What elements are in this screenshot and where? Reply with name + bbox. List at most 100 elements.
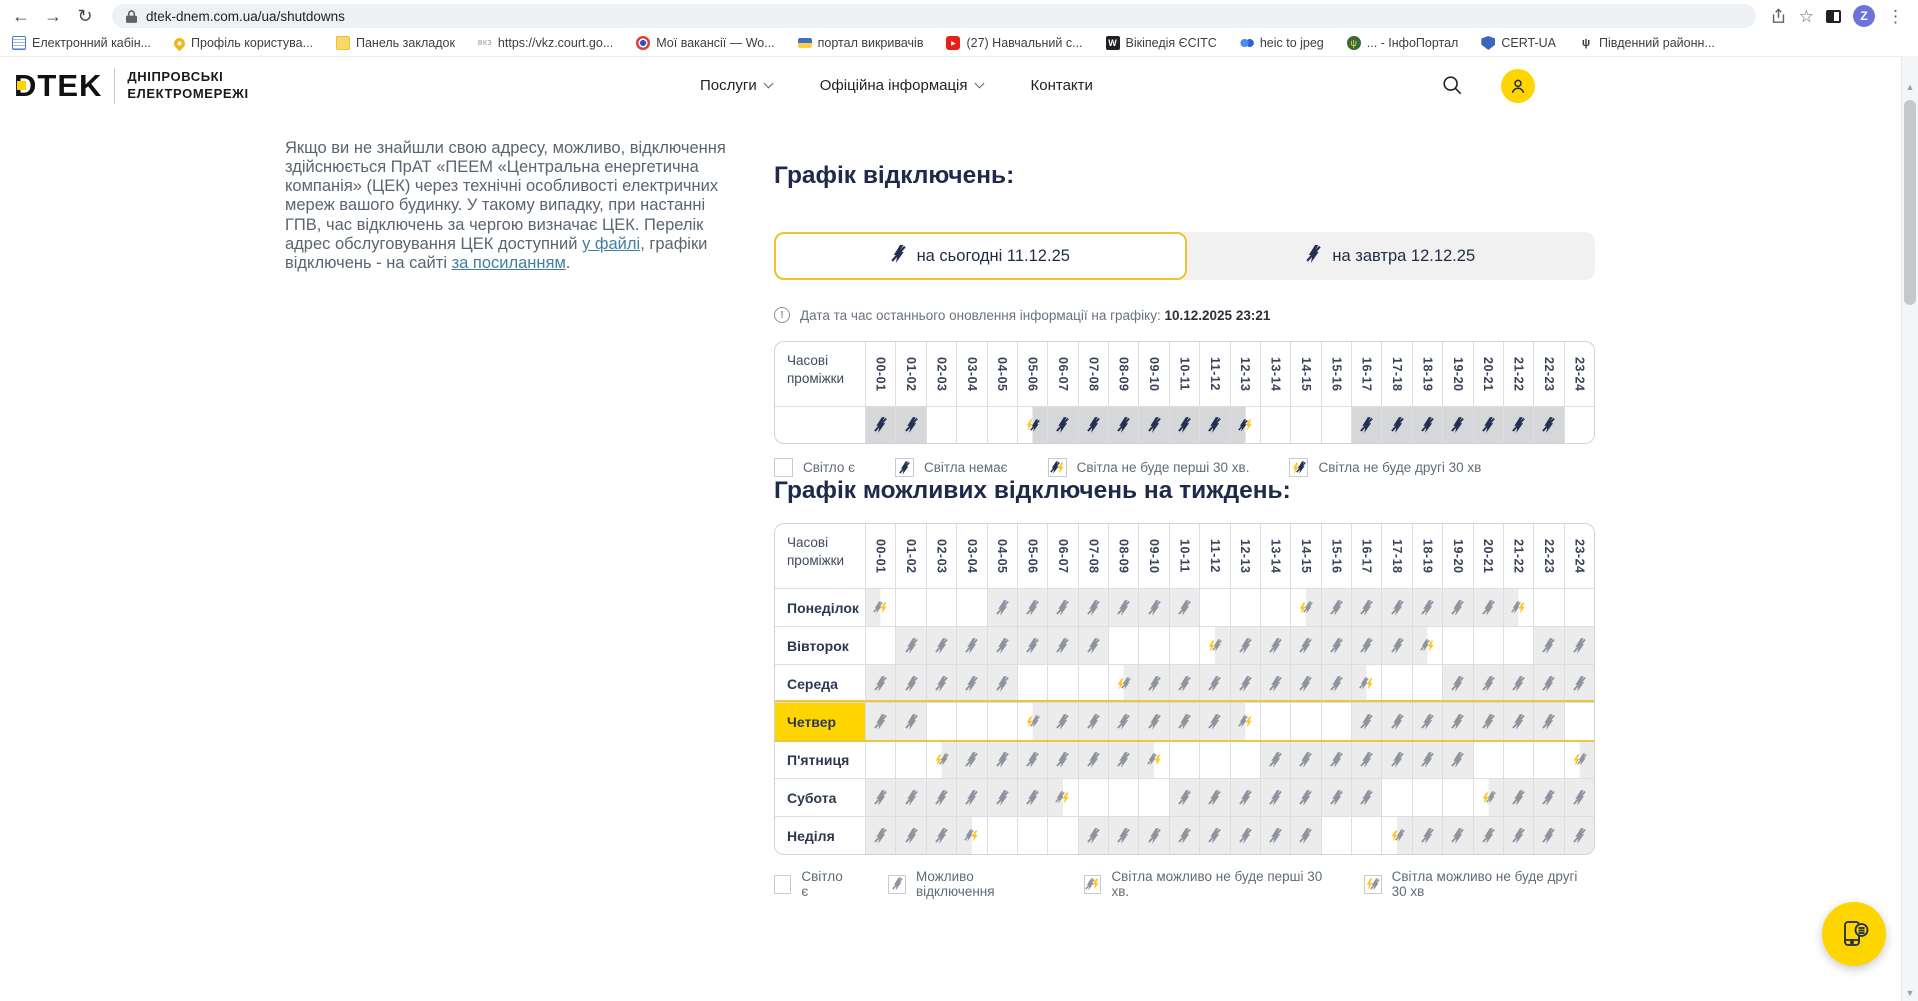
page-content: Якщо ви не знайшли свою адресу, можливо,…	[0, 114, 1901, 1001]
power-off-bolt-icon	[1238, 637, 1252, 654]
schedule-cell	[1563, 406, 1594, 443]
power-off-bolt-icon	[1330, 599, 1343, 616]
bookmark-item[interactable]: (27) Навчальний с...	[946, 36, 1083, 50]
time-slot-header: 14-15	[1298, 538, 1313, 574]
forward-icon[interactable]: →	[40, 4, 66, 28]
nav-item-0[interactable]: Послуги	[700, 77, 774, 94]
schedule-cell	[1016, 778, 1048, 816]
schedule-cell	[1472, 664, 1503, 702]
schedule-cell	[1533, 702, 1564, 740]
bookmark-item[interactable]: Панель закладок	[336, 36, 455, 50]
power-off-bolt-icon	[1512, 827, 1525, 844]
schedule-cell	[1047, 406, 1078, 443]
bookmark-item[interactable]: heic to jpeg	[1239, 36, 1324, 50]
bookmark-item[interactable]: CERT-UA	[1481, 36, 1556, 50]
power-off-bolt-icon	[1481, 827, 1495, 844]
browser-profile-avatar[interactable]: Z	[1853, 5, 1875, 27]
bookmark-item[interactable]: ... - ІнфоПортал	[1346, 36, 1458, 50]
bookmark-item[interactable]: портал викривачів	[797, 36, 923, 50]
day-label: Вівторок	[775, 626, 865, 664]
power-off-bolt-icon	[1390, 751, 1404, 768]
power-off-bolt-icon	[1178, 827, 1191, 844]
schedule-cell	[1442, 740, 1473, 778]
legend-swatch-second30	[1364, 874, 1382, 894]
schedule-cell	[1168, 816, 1200, 854]
time-slot-header: 07-08	[1086, 538, 1101, 574]
schedule-cell	[865, 740, 896, 778]
power-off-bolt-icon	[1299, 675, 1313, 692]
bookmark-item[interactable]: Електронний кабін...	[12, 36, 151, 50]
scroll-down-icon[interactable]: ▼	[1902, 988, 1918, 998]
time-slot-header: 01-02	[904, 538, 919, 574]
schedule-cell	[1442, 588, 1473, 626]
browser-menu-icon[interactable]: ⋮	[1887, 8, 1904, 25]
schedule-cell	[925, 626, 957, 664]
power-off-bolt-icon	[1390, 713, 1404, 730]
external-site-link[interactable]: за посиланням	[452, 254, 566, 272]
schedule-cell	[1381, 664, 1412, 702]
schedule-cell	[1563, 626, 1594, 664]
time-slot-header: 17-18	[1390, 356, 1405, 392]
file-link[interactable]: у файлі	[582, 235, 640, 253]
search-icon[interactable]	[1441, 74, 1463, 101]
schedule-cell	[1381, 740, 1412, 778]
power-on-bolt-icon	[1063, 792, 1070, 803]
address-bar[interactable]: dtek-dnem.com.ua/ua/shutdowns	[112, 4, 1756, 28]
chat-widget-button[interactable]	[1822, 902, 1886, 966]
power-off-bolt-icon	[1238, 827, 1252, 844]
time-slot-header: 06-07	[1055, 538, 1070, 574]
power-off-bolt-icon	[1360, 713, 1373, 730]
power-off-bolt-icon	[1178, 713, 1191, 730]
tab-today[interactable]: на сьогодні 11.12.25	[774, 232, 1187, 280]
time-slot-header: 22-23	[1541, 356, 1556, 392]
reload-icon[interactable]: ↻	[72, 4, 98, 28]
time-slot-header: 18-19	[1420, 538, 1435, 574]
schedule-cell	[1411, 406, 1443, 443]
back-icon[interactable]: ←	[8, 4, 34, 28]
bookmark-item[interactable]: Південний районн...	[1579, 36, 1715, 50]
time-slot-header: 10-11	[1177, 357, 1192, 391]
scrollbar-thumb[interactable]	[1904, 100, 1916, 305]
ukraine-flag-icon	[797, 38, 812, 48]
bookmark-item[interactable]: Вікіпедія ЄСІТС	[1105, 36, 1217, 50]
scroll-up-icon[interactable]: ▲	[1902, 82, 1918, 92]
power-on-bolt-icon	[1427, 640, 1434, 651]
update-timestamp: 10.12.2025 23:21	[1164, 307, 1271, 323]
nav-item-2[interactable]: Контакти	[1031, 77, 1093, 94]
schedule-cell	[865, 406, 896, 443]
schedule-cell	[1108, 406, 1139, 443]
share-icon[interactable]	[1770, 7, 1787, 25]
power-off-bolt-icon	[1394, 829, 1405, 842]
dtek-logo[interactable]: DTEK ДНІПРОВСЬКІ ЕЛЕКТРОМЕРЕЖІ	[14, 67, 249, 104]
power-on-bolt-icon	[1057, 462, 1064, 473]
schedule-cell	[925, 406, 957, 443]
schedule-cell	[1351, 740, 1382, 778]
schedule-cell	[1199, 740, 1230, 778]
side-panel-icon[interactable]	[1826, 9, 1841, 23]
scrollbar[interactable]: ▲ ▼	[1901, 56, 1918, 1001]
legend-item: Світла не буде перші 30 хв.	[1047, 458, 1249, 477]
schedule-cell	[865, 664, 896, 702]
power-off-bolt-icon	[1117, 713, 1130, 730]
bookmark-item[interactable]: Мої вакансії — Wo...	[636, 36, 775, 50]
power-off-bolt-icon	[995, 637, 1009, 654]
schedule-cell	[925, 740, 957, 778]
url-text: dtek-dnem.com.ua/ua/shutdowns	[146, 8, 345, 24]
schedule-cell	[925, 588, 957, 626]
schedule-cell	[1168, 778, 1200, 816]
schedule-cell	[1290, 702, 1321, 740]
nav-item-1[interactable]: Офіційна інформація	[820, 77, 984, 94]
power-off-bolt-icon	[1330, 675, 1343, 692]
schedule-cell	[1320, 664, 1351, 702]
bookmark-item[interactable]: Профіль користува...	[171, 35, 313, 51]
time-col-header: Часові проміжки	[787, 535, 845, 569]
day-label: П'ятниця	[775, 740, 865, 778]
schedule-cell	[1290, 626, 1321, 664]
tab-tomorrow[interactable]: на завтра 12.12.25	[1187, 232, 1596, 280]
user-profile-button[interactable]	[1501, 69, 1535, 103]
target-icon	[636, 36, 651, 50]
bookmark-star-icon[interactable]: ☆	[1799, 8, 1814, 25]
schedule-cell	[1320, 816, 1351, 854]
schedule-cell	[1168, 626, 1200, 664]
bookmark-item[interactable]: https://vkz.court.go...	[478, 36, 613, 50]
